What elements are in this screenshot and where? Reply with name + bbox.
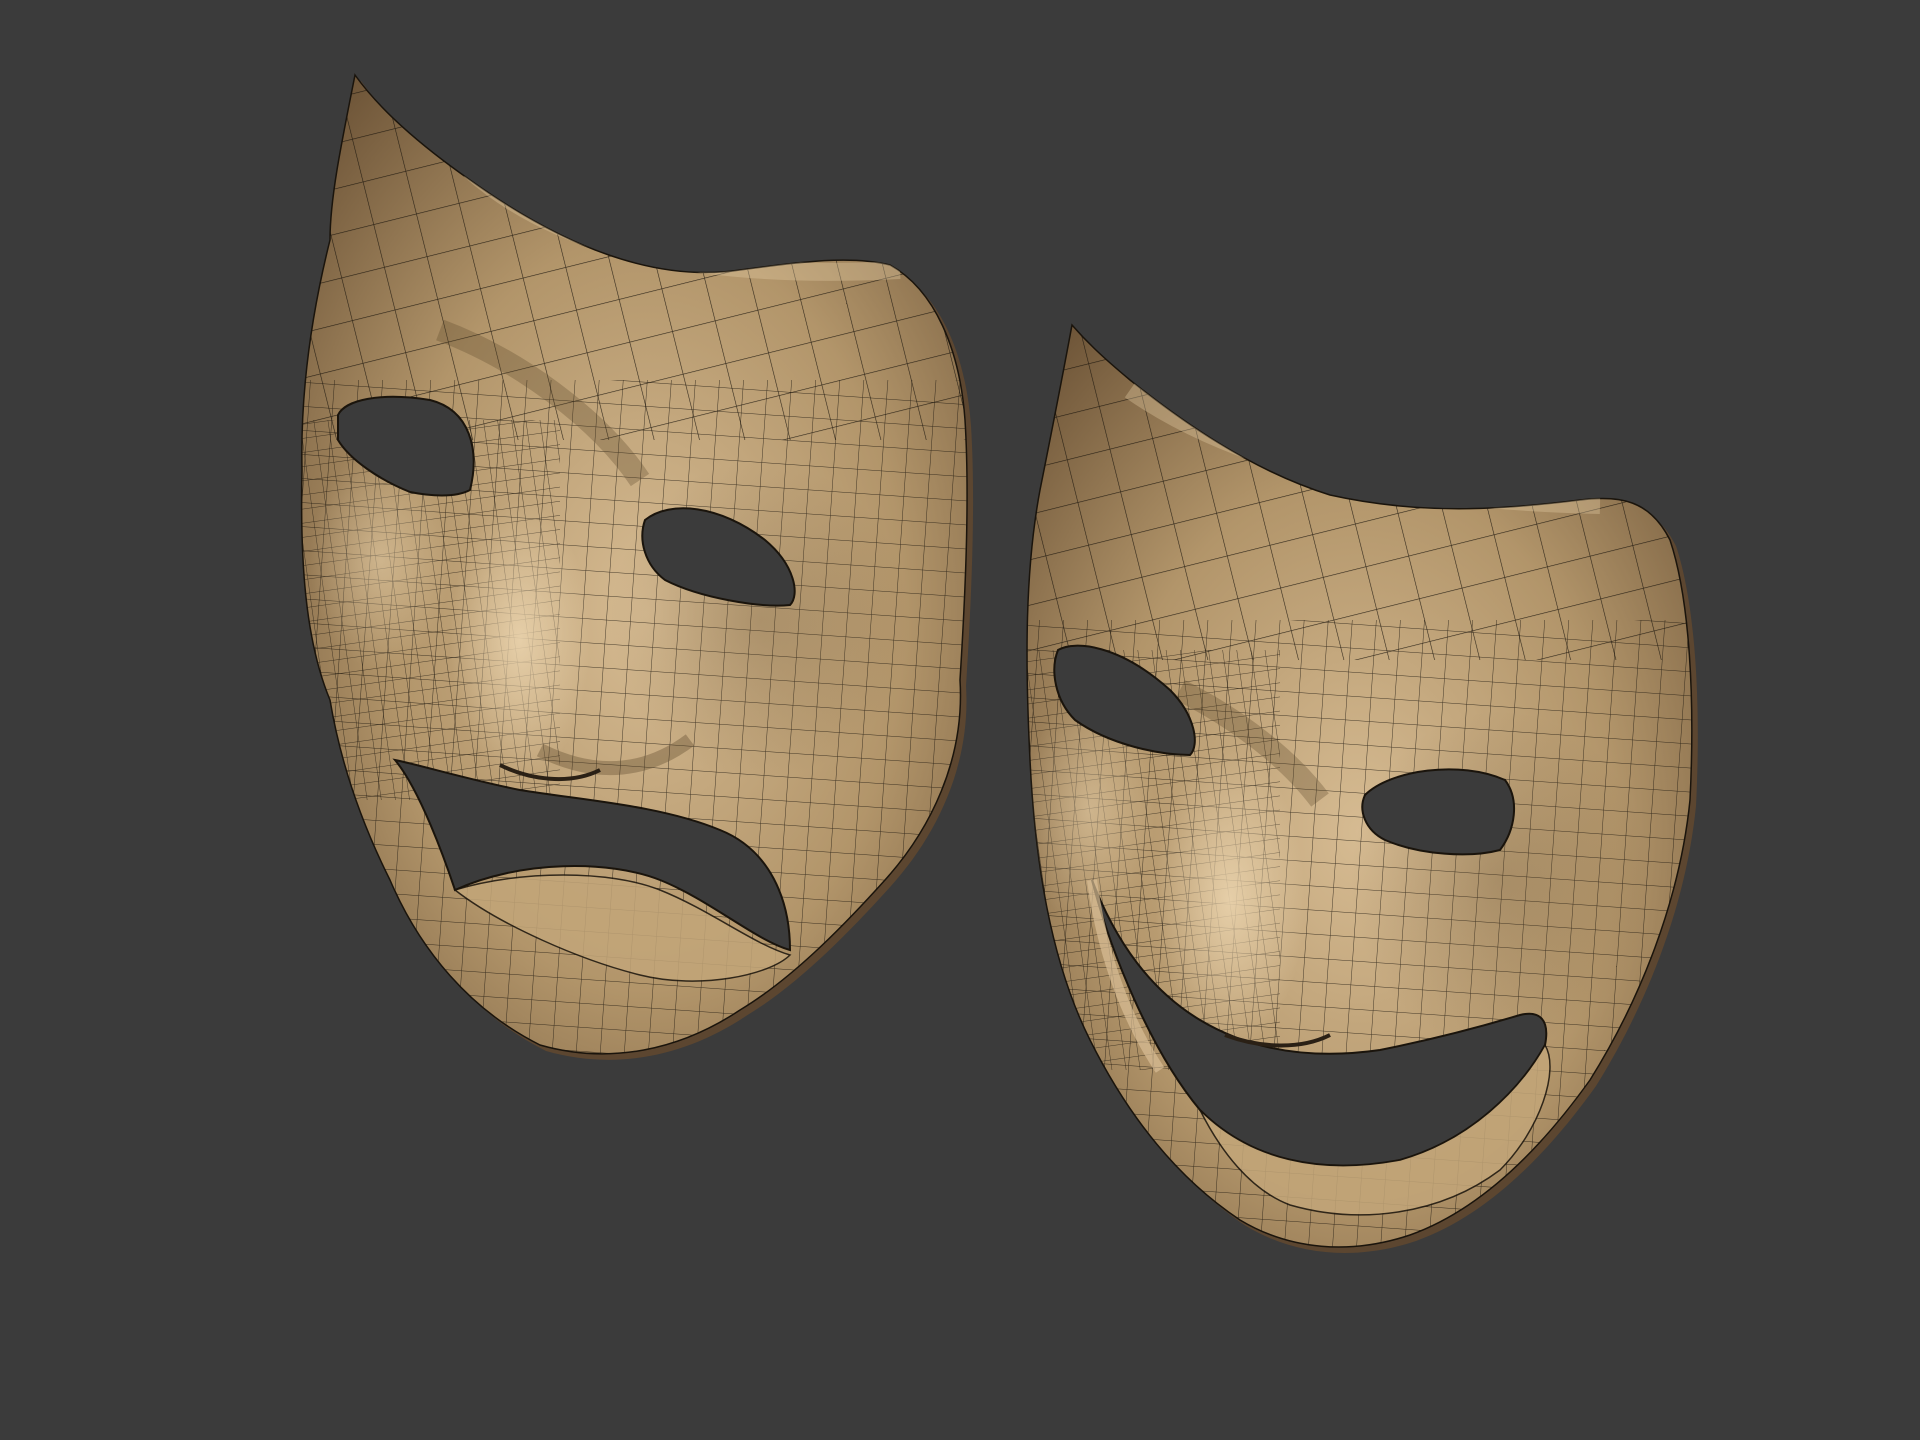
3d-viewport[interactable] bbox=[0, 0, 1920, 1440]
tragedy-nose bbox=[450, 500, 590, 780]
viewport-canvas bbox=[0, 0, 1920, 1440]
